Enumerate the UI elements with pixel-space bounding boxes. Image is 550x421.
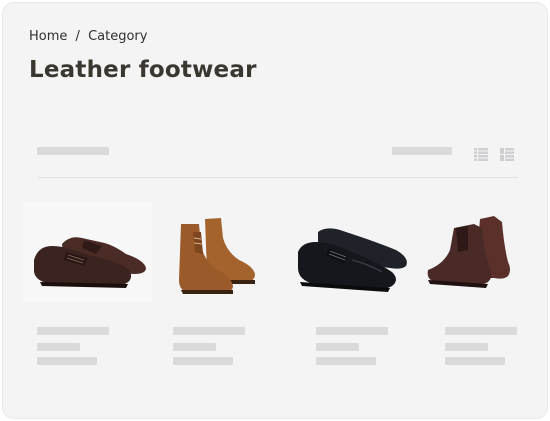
- product-4-meta-placeholder: [445, 343, 488, 351]
- page-card: Home / Category Leather footwear: [2, 2, 548, 419]
- product-card-4[interactable]: [422, 202, 550, 307]
- product-4-price-placeholder: [445, 357, 505, 365]
- product-3-meta-placeholder: [316, 343, 359, 351]
- product-1-title-placeholder: [37, 327, 109, 335]
- grid-view-button[interactable]: [500, 146, 514, 161]
- product-2-meta-placeholder: [173, 343, 216, 351]
- toolbar-divider: [38, 177, 518, 178]
- breadcrumb-category-link[interactable]: Category: [88, 29, 147, 44]
- list-view-button[interactable]: [474, 146, 488, 161]
- product-4-title-placeholder: [445, 327, 517, 335]
- brown-lace-up-derby-shoes-icon: [22, 202, 152, 302]
- product-3-price-placeholder: [316, 357, 376, 365]
- tan-chukka-boots-icon: [179, 218, 255, 294]
- product-card-3[interactable]: [292, 202, 422, 307]
- product-2-title-placeholder: [173, 327, 245, 335]
- results-count-placeholder: [37, 147, 109, 155]
- product-card-1[interactable]: [22, 202, 152, 307]
- sort-dropdown-placeholder[interactable]: [392, 147, 452, 155]
- product-1-meta-placeholder: [37, 343, 80, 351]
- product-1-price-placeholder: [37, 357, 97, 365]
- dark-brown-chelsea-boots-icon: [427, 216, 510, 288]
- product-2-price-placeholder: [173, 357, 233, 365]
- list-view-icon: [474, 148, 488, 161]
- breadcrumb-home-link[interactable]: Home: [29, 29, 67, 44]
- page-title: Leather footwear: [29, 57, 257, 83]
- breadcrumb: Home / Category: [29, 29, 147, 44]
- grid-view-icon: [500, 148, 514, 161]
- breadcrumb-separator: /: [75, 29, 80, 44]
- product-3-title-placeholder: [316, 327, 388, 335]
- black-wingtip-brogues-icon: [298, 228, 407, 292]
- product-card-2[interactable]: [157, 202, 287, 307]
